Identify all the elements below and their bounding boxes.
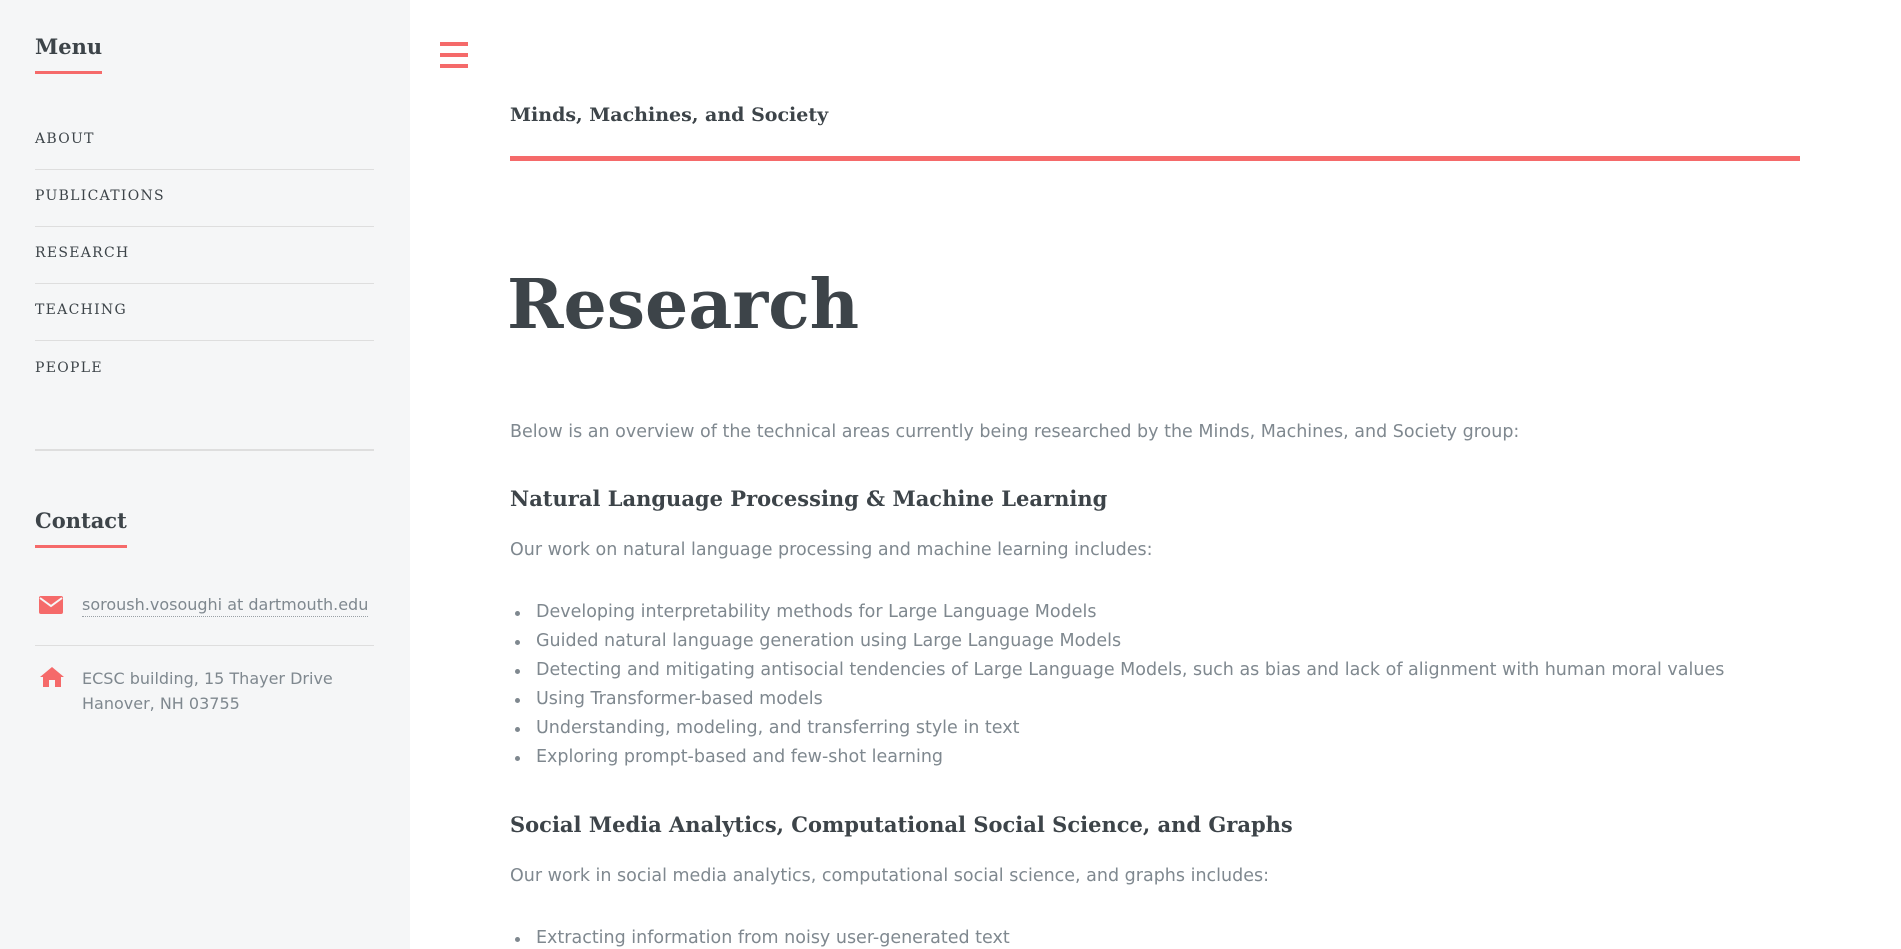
list-item: Understanding, modeling, and transferrin… (510, 714, 1724, 743)
intro-paragraph: Below is an overview of the technical ar… (510, 422, 1520, 442)
sidebar-item-teaching: TEACHING (35, 284, 374, 341)
menu-heading: Menu (35, 34, 103, 74)
address-text: ECSC building, 15 Thayer Drive Hanover, … (82, 666, 333, 716)
section-list-social: Extracting information from noisy user-g… (510, 924, 1010, 949)
section-lead-social: Our work in social media analytics, comp… (510, 866, 1269, 886)
hamburger-menu-icon[interactable] (440, 42, 468, 68)
sidebar-item-about: ABOUT (35, 112, 374, 170)
contact-email: soroush.vosoughi at dartmouth.edu (35, 595, 374, 646)
section-list-nlp: Developing interpretability methods for … (510, 598, 1724, 772)
contact-address: ECSC building, 15 Thayer Drive Hanover, … (35, 666, 374, 716)
nav-link-teaching[interactable]: TEACHING (35, 302, 127, 318)
list-item: Developing interpretability methods for … (510, 598, 1724, 627)
sidebar-divider (35, 449, 374, 451)
nav-link-about[interactable]: ABOUT (35, 131, 95, 147)
nav-link-research[interactable]: RESEARCH (35, 245, 130, 261)
sidebar: Menu ABOUT PUBLICATIONS RESEARCH TEACHIN… (0, 0, 410, 949)
envelope-icon (35, 595, 82, 615)
sidebar-item-research: RESEARCH (35, 227, 374, 284)
site-title-link[interactable]: Minds, Machines, and Society (510, 104, 828, 126)
list-item: Exploring prompt-based and few-shot lear… (510, 743, 1724, 772)
sidebar-item-people: PEOPLE (35, 341, 374, 398)
contact-heading: Contact (35, 508, 127, 548)
nav-link-publications[interactable]: PUBLICATIONS (35, 188, 165, 204)
section-heading-nlp: Natural Language Processing & Machine Le… (510, 486, 1108, 511)
list-item: Using Transformer-based models (510, 685, 1724, 714)
address-line-1: ECSC building, 15 Thayer Drive (82, 669, 333, 688)
sidebar-item-publications: PUBLICATIONS (35, 170, 374, 227)
list-item: Extracting information from noisy user-g… (510, 924, 1010, 949)
list-item: Guided natural language generation using… (510, 627, 1724, 656)
email-link[interactable]: soroush.vosoughi at dartmouth.edu (82, 595, 369, 617)
site-header: Minds, Machines, and Society (510, 104, 1800, 161)
page: Menu ABOUT PUBLICATIONS RESEARCH TEACHIN… (0, 0, 1901, 949)
page-title: Research (507, 265, 860, 345)
section-heading-social: Social Media Analytics, Computational So… (510, 812, 1293, 837)
sidebar-nav: ABOUT PUBLICATIONS RESEARCH TEACHING PEO… (35, 112, 374, 398)
nav-link-people[interactable]: PEOPLE (35, 360, 103, 376)
list-item: Detecting and mitigating antisocial tend… (510, 656, 1724, 685)
home-icon (35, 666, 82, 688)
address-line-2: Hanover, NH 03755 (82, 694, 240, 713)
section-lead-nlp: Our work on natural language processing … (510, 540, 1153, 560)
